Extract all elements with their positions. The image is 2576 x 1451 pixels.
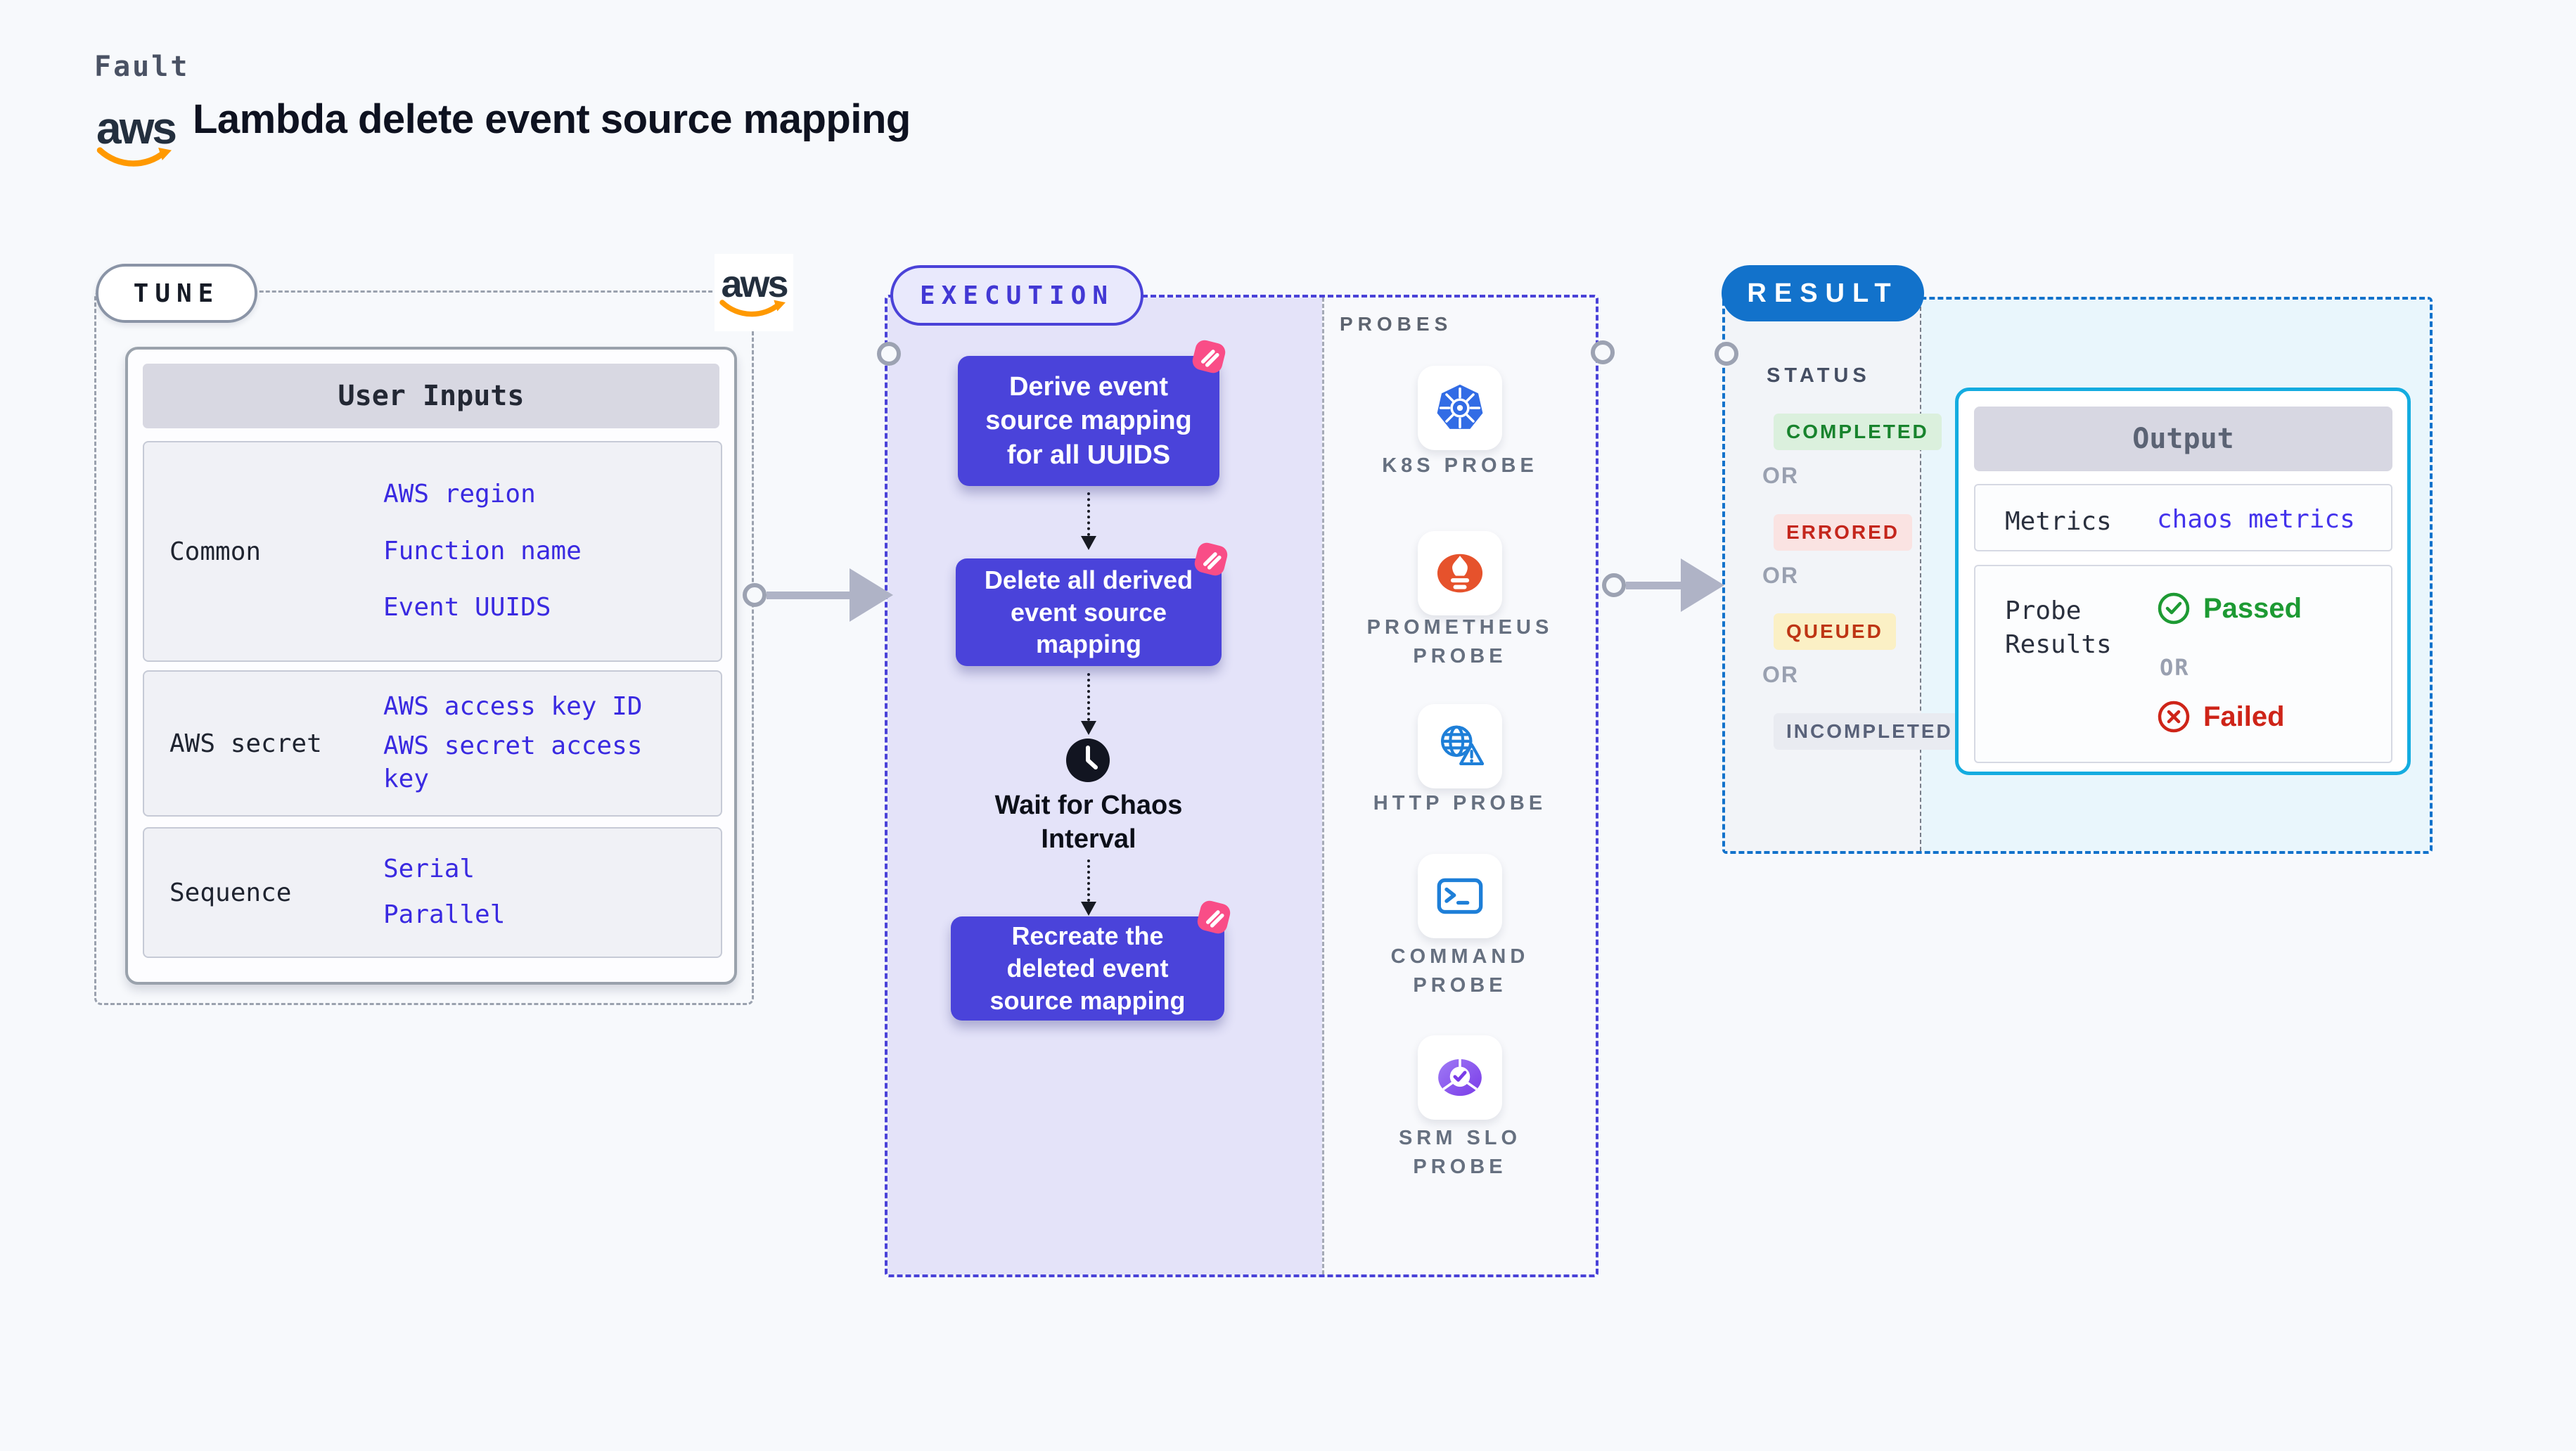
user-inputs-row-sequence: Sequence Serial Parallel: [143, 827, 722, 958]
arrow-line: [767, 591, 850, 599]
clock-icon: [1066, 739, 1110, 782]
aws-smile-icon: [96, 147, 172, 167]
aws-logo-word: aws: [721, 263, 788, 305]
probe-card-command[interactable]: [1418, 854, 1502, 938]
or-separator: OR: [2160, 654, 2190, 681]
chaos-metrics-link[interactable]: chaos metrics: [2157, 505, 2355, 534]
probe-result-passed: Passed: [2157, 592, 2302, 625]
wait-step-label: Wait for Chaos Interval: [994, 791, 1183, 854]
probes-title: PROBES: [1340, 313, 1453, 335]
probe-results-row: Probe Results Passed OR Failed: [1974, 565, 2392, 763]
probe-card-prometheus[interactable]: [1418, 531, 1502, 615]
probe-card-http[interactable]: [1418, 704, 1502, 788]
probe-label-k8s: K8S PROBE: [1382, 454, 1538, 477]
probe-results-label: Probe Results: [2005, 596, 2112, 659]
row-label: Sequence: [169, 878, 292, 907]
tune-to-execution-arrow: [743, 568, 893, 622]
execution-to-result-arrow: [1602, 558, 1724, 612]
execution-right-port: [1591, 340, 1615, 364]
fault-eyebrow: Fault: [94, 51, 190, 83]
arrow-start-port: [1602, 573, 1626, 597]
flow-node-recreate[interactable]: Recreate the deleted event source mappin…: [951, 900, 1231, 1021]
user-inputs-row-common: Common AWS region Function name Event UU…: [143, 441, 722, 662]
failed-label: Failed: [2203, 701, 2285, 732]
result-badge: RESULT: [1722, 265, 1924, 321]
prometheus-icon: [1437, 554, 1483, 593]
flow-node-label: Recreate the deleted event source mappin…: [989, 921, 1186, 1015]
input-link-secret-access-key[interactable]: AWS secret access key: [383, 730, 651, 796]
flow-node-label: Derive event source mapping for all UUID…: [985, 372, 1192, 470]
probe-label-prometheus: PROMETHEUS PROBE: [1366, 616, 1553, 667]
input-link-event-uuids[interactable]: Event UUIDS: [383, 592, 704, 625]
chaos-fault-icon: [1194, 542, 1228, 576]
arrow-start-port: [743, 583, 767, 607]
input-link-aws-region[interactable]: AWS region: [383, 478, 704, 511]
http-globe-icon: [1440, 725, 1485, 766]
page-title: Lambda delete event source mapping: [193, 96, 911, 142]
terminal-icon: [1437, 878, 1483, 914]
chaos-fault-icon: [1192, 340, 1226, 373]
aws-logo-word: aws: [96, 103, 177, 153]
aws-smile-icon: [719, 300, 786, 317]
user-inputs-header: User Inputs: [143, 364, 719, 428]
srm-slo-icon: [1438, 1058, 1482, 1097]
status-badge-queued: QUEUED: [1774, 613, 1896, 650]
row-label: Common: [169, 537, 262, 566]
tune-badge: TUNE: [96, 264, 257, 323]
aws-provider-tile: aws: [715, 254, 793, 331]
execution-badge: EXECUTION: [890, 265, 1143, 326]
row-links: AWS access key ID AWS secret access key: [383, 672, 721, 815]
output-card: Output Metrics chaos metrics Probe Resul…: [1955, 388, 2411, 775]
flow-node-derive[interactable]: Derive event source mapping for all UUID…: [958, 340, 1226, 486]
flow-connector: [1087, 859, 1090, 902]
aws-logo: aws: [719, 265, 789, 320]
input-link-parallel[interactable]: Parallel: [383, 899, 704, 932]
flow-connector-arrowhead: [1081, 721, 1096, 735]
row-links: AWS region Function name Event UUIDS: [383, 442, 721, 660]
flow-node-delete[interactable]: Delete all derived event source mapping: [956, 542, 1228, 666]
x-circle-icon: [2158, 701, 2190, 733]
result-left-port: [1715, 342, 1738, 366]
status-title: STATUS: [1767, 364, 1871, 387]
passed-label: Passed: [2203, 592, 2302, 624]
flow-connector: [1087, 673, 1090, 721]
arrow-head: [850, 568, 893, 622]
user-inputs-card: User Inputs Common AWS region Function n…: [125, 347, 737, 985]
flow-connector-arrowhead: [1081, 902, 1096, 916]
arrow-line: [1626, 581, 1681, 589]
status-badge-completed: COMPLETED: [1774, 414, 1942, 450]
arrow-head: [1681, 558, 1724, 612]
row-links: Serial Parallel: [383, 829, 721, 957]
execution-left-port: [877, 342, 901, 366]
or-separator: OR: [1762, 563, 1799, 588]
or-separator: OR: [1762, 662, 1799, 687]
metrics-label: Metrics: [2005, 507, 2112, 536]
input-link-access-key-id[interactable]: AWS access key ID: [383, 691, 704, 724]
input-link-serial[interactable]: Serial: [383, 853, 704, 886]
user-inputs-row-aws-secret: AWS secret AWS access key ID AWS secret …: [143, 670, 722, 817]
aws-logo: aws: [94, 106, 177, 170]
probe-label-command: COMMAND PROBE: [1390, 945, 1530, 997]
status-badge-errored: ERRORED: [1774, 514, 1913, 551]
probe-card-srm-slo[interactable]: [1418, 1035, 1502, 1120]
output-header: Output: [1974, 407, 2392, 471]
flow-connector-arrowhead: [1081, 536, 1096, 550]
flow-node-label: Delete all derived event source mapping: [984, 565, 1193, 659]
metrics-row: Metrics chaos metrics: [1974, 484, 2392, 551]
flow-connector: [1087, 492, 1090, 536]
probe-label-srm-slo: SRM SLO PROBE: [1398, 1127, 1522, 1178]
fault-diagram: Fault aws Lambda delete event source map…: [0, 0, 2576, 1451]
probe-label-http: HTTP PROBE: [1373, 792, 1547, 814]
or-separator: OR: [1762, 463, 1799, 488]
status-badge-incompleted: INCOMPLETED: [1774, 713, 1966, 750]
row-label: AWS secret: [169, 729, 322, 758]
chaos-fault-icon: [1197, 900, 1231, 934]
kubernetes-icon: [1437, 384, 1483, 429]
probe-card-k8s[interactable]: [1418, 366, 1502, 450]
input-link-function-name[interactable]: Function name: [383, 535, 704, 568]
probe-result-failed: Failed: [2157, 700, 2285, 734]
check-circle-icon: [2158, 592, 2190, 625]
